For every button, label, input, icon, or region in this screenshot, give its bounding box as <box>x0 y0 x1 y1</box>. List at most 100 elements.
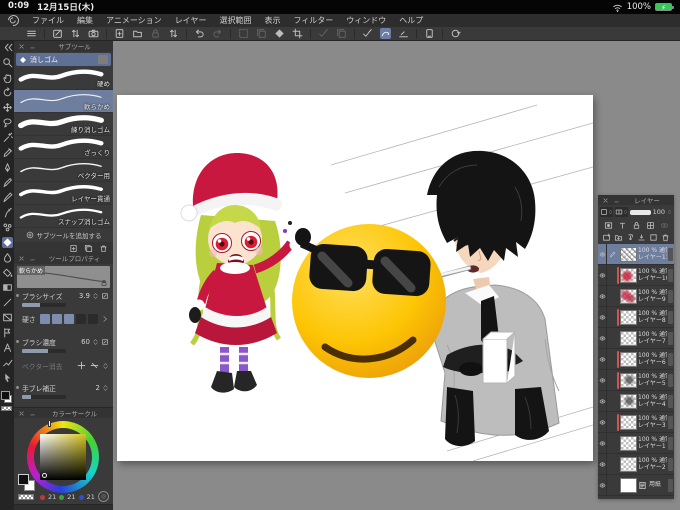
layer-row[interactable]: 100 % 通常レイヤー10 <box>598 265 674 286</box>
auto-select-tool-icon[interactable] <box>2 132 13 143</box>
pen-tool-icon[interactable] <box>2 162 13 173</box>
layer-handle[interactable] <box>668 415 673 429</box>
layer-thumbnail[interactable] <box>620 288 637 304</box>
menu-filter[interactable]: フィルター <box>293 15 333 26</box>
airbrush-tool-icon[interactable] <box>2 207 13 218</box>
menu-selection[interactable]: 選択範囲 <box>219 15 251 26</box>
menu-file[interactable]: ファイル <box>32 15 64 26</box>
correcting-pen-icon[interactable] <box>362 28 373 39</box>
layer-visibility-icon[interactable] <box>599 293 606 300</box>
density-row[interactable]: ブラシ濃度 60 <box>14 336 113 359</box>
pencil-tool-icon[interactable] <box>2 177 13 188</box>
menu-edit[interactable]: 編集 <box>77 15 93 26</box>
layer-row[interactable]: 100 % 通常レイヤー4 <box>598 391 674 412</box>
close-icon[interactable] <box>18 43 25 50</box>
layer-handle[interactable] <box>668 478 673 492</box>
eyedropper-tool-icon[interactable] <box>2 147 13 158</box>
transfer-layer-icon[interactable] <box>626 233 635 242</box>
frame-border-tool-icon[interactable] <box>2 312 13 323</box>
layer-thumbnail[interactable] <box>620 435 637 451</box>
brush-size-value[interactable]: 3.9 <box>79 292 90 300</box>
minimize-icon[interactable] <box>613 197 620 204</box>
layer-visibility-icon[interactable] <box>599 356 606 363</box>
paper-layer-row[interactable]: 用紙 <box>598 475 674 496</box>
snap-guide-icon[interactable] <box>336 28 347 39</box>
layer-row[interactable]: 100 % 通常レイヤー1 <box>598 433 674 454</box>
hardness-row[interactable]: 硬さ <box>14 313 113 336</box>
decoration-tool-icon[interactable] <box>2 222 13 233</box>
subtool-group-eraser[interactable]: 消しゴム <box>16 53 111 66</box>
opacity-slider[interactable] <box>630 209 651 215</box>
layer-visibility-icon[interactable] <box>599 314 606 321</box>
layer-visibility-icon[interactable] <box>599 335 606 342</box>
subtool-item-vector[interactable]: ベクター用 <box>14 159 113 182</box>
new-layer-icon[interactable] <box>602 233 611 242</box>
open-file-icon[interactable] <box>132 28 143 39</box>
straight-pen-icon[interactable] <box>398 28 409 39</box>
hue-marker[interactable] <box>48 420 51 427</box>
brush-size-row[interactable]: ブラシサイズ 3.9 <box>14 290 113 313</box>
delete-layer-icon[interactable] <box>661 233 670 242</box>
eraser-tool-icon[interactable] <box>1 237 13 248</box>
ruler-tool-icon[interactable] <box>2 327 13 338</box>
layer-thumbnail[interactable] <box>620 414 637 430</box>
switch-order-icon[interactable] <box>70 28 81 39</box>
layer-row[interactable]: 100 % 通常レイヤー3 <box>598 412 674 433</box>
color-swatches[interactable] <box>0 389 14 415</box>
menu-help[interactable]: ヘルプ <box>399 15 423 26</box>
fill-icon[interactable] <box>274 28 285 39</box>
close-icon[interactable] <box>602 197 609 204</box>
subtool-item-kneaded[interactable]: 練り消しゴム <box>14 113 113 136</box>
layer-thumbnail[interactable] <box>620 309 637 325</box>
layer-handle[interactable] <box>668 394 673 408</box>
subtool-item-snap[interactable]: スナップ消しゴム <box>14 205 113 228</box>
rotate-canvas-tool-icon[interactable] <box>2 87 13 98</box>
layer-visibility-icon[interactable] <box>599 419 606 426</box>
stepper-icon[interactable] <box>102 383 109 393</box>
camera-icon[interactable] <box>88 28 99 39</box>
subtool-item-hard[interactable]: 硬め <box>14 67 113 90</box>
layer-thumbnail[interactable] <box>620 267 637 283</box>
layer-row[interactable]: 100 % 通常レイヤー2 <box>598 454 674 475</box>
mask-icon[interactable] <box>604 221 613 230</box>
hardness-selector[interactable] <box>39 314 98 324</box>
clip-icon[interactable] <box>660 221 669 230</box>
close-icon[interactable] <box>18 410 25 417</box>
layer-thumbnail[interactable] <box>620 246 637 262</box>
snap-ruler-icon[interactable] <box>318 28 329 39</box>
layer-handle[interactable] <box>668 436 673 450</box>
fill-bucket-tool-icon[interactable] <box>2 267 13 278</box>
alpha-lock-icon[interactable] <box>646 221 655 230</box>
register-work-icon[interactable] <box>52 28 63 39</box>
crop-icon[interactable] <box>292 28 303 39</box>
canvas[interactable] <box>117 95 593 461</box>
layer-visibility-icon[interactable] <box>599 482 606 489</box>
layer-row[interactable]: 100 % 通常レイヤー5 <box>598 370 674 391</box>
unit-icon[interactable] <box>101 292 109 300</box>
hand-tool-icon[interactable] <box>2 72 13 83</box>
layer-thumbnail[interactable] <box>620 456 637 472</box>
sv-selector[interactable] <box>42 473 47 478</box>
paper-thumbnail[interactable] <box>620 477 637 493</box>
menu-animation[interactable]: アニメーション <box>106 15 162 26</box>
layer-row[interactable]: 100 % 通常レイヤー8 <box>598 307 674 328</box>
transparent-color-swatch[interactable] <box>1 406 12 411</box>
new-file-icon[interactable] <box>114 28 125 39</box>
chevron-right-icon[interactable] <box>101 315 109 323</box>
add-subtool-button[interactable]: サブツールを追加する <box>14 228 113 242</box>
foreground-color-swatch[interactable] <box>1 391 10 400</box>
clip-studio-logo-icon[interactable] <box>5 12 22 29</box>
layer-handle[interactable] <box>668 373 673 387</box>
reset-view-icon[interactable] <box>450 28 461 39</box>
close-icon[interactable] <box>18 255 25 262</box>
transparent-swatch[interactable] <box>18 494 34 500</box>
stepper-icon[interactable] <box>92 291 99 301</box>
unit-icon[interactable] <box>101 338 109 346</box>
minimize-icon[interactable] <box>29 43 36 50</box>
figure-tool-icon[interactable] <box>2 297 13 308</box>
stabilization-value[interactable]: 2 <box>96 384 100 392</box>
zoom-tool-icon[interactable] <box>2 57 13 68</box>
menu-window[interactable]: ウィンドウ <box>346 15 386 26</box>
blend-mode-select[interactable] <box>615 207 628 217</box>
density-value[interactable]: 60 <box>81 338 90 346</box>
